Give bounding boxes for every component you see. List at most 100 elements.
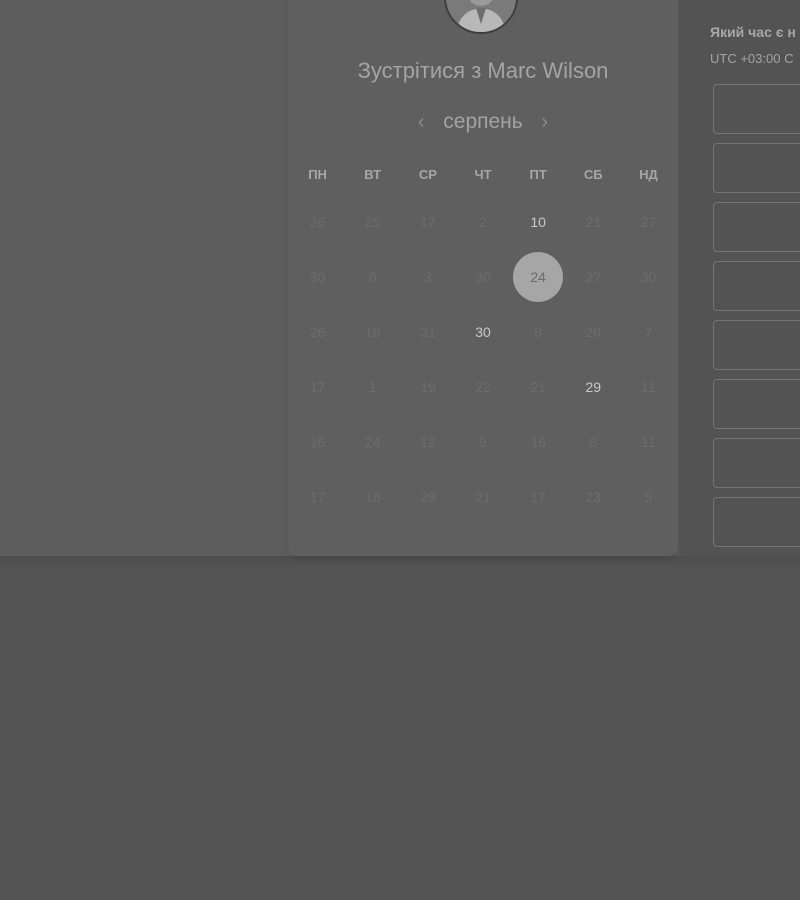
calendar-day-number: 26 <box>309 323 326 340</box>
band-shadow <box>0 556 800 570</box>
calendar-day-number: 16 <box>309 433 326 450</box>
timezone-selector[interactable]: UTC +03:00 C <box>710 51 793 66</box>
calendar-day[interactable]: 10 <box>511 194 566 249</box>
calendar-day-number: 16 <box>364 488 381 505</box>
calendar-day: 16 <box>345 304 400 359</box>
weekday-label: ПТ <box>529 167 547 182</box>
calendar-day: 27 <box>566 249 621 304</box>
weekday-header: ПН ВТ СР ЧТ ПТ СБ НД <box>290 167 676 187</box>
calendar-day-number: 24 <box>364 433 381 450</box>
calendar-day: 7 <box>621 304 676 359</box>
calendar-day-number: 8 <box>589 433 598 450</box>
calendar-day: 5 <box>621 469 676 524</box>
calendar-day: 19 <box>400 359 455 414</box>
calendar-day-number: 30 <box>309 268 326 285</box>
person-photo-icon <box>446 0 516 32</box>
calendar-day-number: 22 <box>475 378 491 395</box>
booking-card: Зустрітися з Marc Wilson ‹ серпень › ПН … <box>288 0 678 556</box>
calendar-day: 30 <box>621 249 676 304</box>
calendar-day: 2 <box>455 194 510 249</box>
calendar-day: 1 <box>345 359 400 414</box>
calendar-day: 8 <box>566 414 621 469</box>
calendar-day: 11 <box>621 414 676 469</box>
time-slot-button[interactable] <box>713 320 800 370</box>
calendar-day-number: 24 <box>513 251 564 302</box>
calendar-day-number: 27 <box>585 268 602 285</box>
calendar-day: 31 <box>400 304 455 359</box>
month-navigation: ‹ серпень › <box>288 107 678 137</box>
calendar-day-number: 28 <box>420 488 436 505</box>
time-slot-button[interactable] <box>713 261 800 311</box>
calendar-day: 23 <box>566 469 621 524</box>
calendar-day-number: 29 <box>585 378 602 395</box>
calendar-days-grid: 26 25 17 2 10 21 27 30 6 3 30 24 27 30 26 16 31 30 8 20 7 17 1… <box>290 194 676 524</box>
calendar-day: 17 <box>400 194 455 249</box>
calendar-day-number: 9 <box>479 433 487 450</box>
calendar-day: 11 <box>621 359 676 414</box>
weekday-label: НД <box>639 167 658 182</box>
calendar-day-number: 11 <box>641 378 656 395</box>
calendar-day: 16 <box>290 414 345 469</box>
calendar-day-number: 16 <box>364 323 381 340</box>
weekday-label: СБ <box>583 167 603 182</box>
previous-month-chevron-left-icon[interactable]: ‹ <box>409 110 433 134</box>
weekday-label: СР <box>418 167 437 182</box>
calendar-day: 17 <box>290 469 345 524</box>
calendar-day: 9 <box>455 414 510 469</box>
calendar-day-number: 10 <box>530 213 546 230</box>
calendar-day: 16 <box>511 414 566 469</box>
calendar-day[interactable]: 29 <box>566 359 621 414</box>
time-selection-panel: Який час є н UTC +03:00 C <box>679 0 800 556</box>
calendar-day: 22 <box>455 359 510 414</box>
calendar-day-number: 2 <box>479 213 487 230</box>
calendar-day: 6 <box>345 249 400 304</box>
calendar-day: 16 <box>345 469 400 524</box>
calendar-day-number: 6 <box>368 268 377 285</box>
time-slot-button[interactable] <box>713 84 800 134</box>
calendar-day-number: 21 <box>585 213 602 230</box>
calendar-day: 12 <box>400 414 455 469</box>
weekday-label: ЧТ <box>474 167 492 182</box>
calendar-day: 28 <box>400 469 455 524</box>
avatar <box>444 0 518 34</box>
calendar-day-number: 8 <box>534 323 543 340</box>
calendar-day-number: 30 <box>640 268 657 285</box>
time-slot-button[interactable] <box>713 202 800 252</box>
calendar-day-number: 25 <box>364 213 381 230</box>
time-slot-button[interactable] <box>713 438 800 488</box>
calendar-day: 24 <box>345 414 400 469</box>
calendar-day: 17 <box>511 469 566 524</box>
calendar-day-number: 5 <box>644 488 653 505</box>
calendar-day-number: 26 <box>309 213 326 230</box>
calendar-day-number: 30 <box>475 323 491 340</box>
calendar-day: 21 <box>566 194 621 249</box>
calendar-day: 17 <box>290 359 345 414</box>
calendar-day-number: 1 <box>368 378 377 395</box>
time-slot-button[interactable] <box>713 379 800 429</box>
calendar-day-number: 16 <box>530 433 546 450</box>
calendar-day: 21 <box>455 469 510 524</box>
calendar-day-number: 19 <box>420 378 436 395</box>
calendar-day: 27 <box>621 194 676 249</box>
month-label: серпень <box>443 110 523 133</box>
next-month-chevron-right-icon[interactable]: › <box>533 110 557 134</box>
time-question-heading: Який час є н <box>710 24 796 40</box>
calendar-day: 21 <box>511 359 566 414</box>
calendar-day: 30 <box>290 249 345 304</box>
calendar-day-number: 23 <box>585 488 602 505</box>
calendar-day-number: 3 <box>423 268 432 285</box>
time-slot-button[interactable] <box>713 143 800 193</box>
calendar-day-number: 31 <box>420 323 436 340</box>
calendar-day-number: 17 <box>420 213 436 230</box>
calendar-day-selected[interactable]: 24 <box>511 249 566 304</box>
calendar-day-number: 30 <box>475 268 491 285</box>
calendar-day[interactable]: 30 <box>455 304 510 359</box>
calendar-day-number: 11 <box>641 433 656 450</box>
calendar-day-number: 12 <box>420 433 436 450</box>
calendar-day: 26 <box>290 194 345 249</box>
calendar-day-number: 17 <box>309 378 326 395</box>
time-slot-button[interactable] <box>713 497 800 547</box>
calendar-day: 8 <box>511 304 566 359</box>
calendar-day: 20 <box>566 304 621 359</box>
calendar-day: 30 <box>455 249 510 304</box>
